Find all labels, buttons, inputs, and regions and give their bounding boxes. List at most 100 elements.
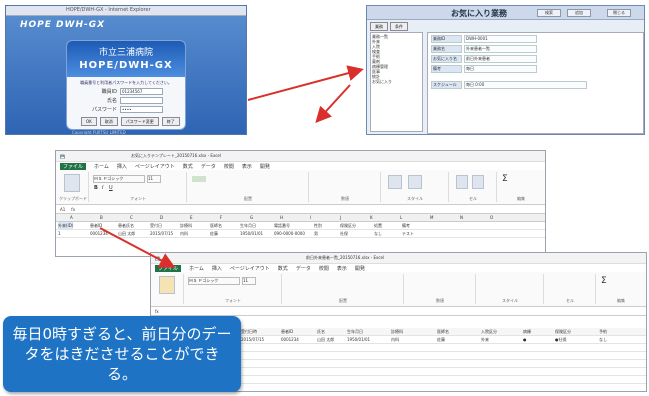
- cancel-button[interactable]: 取消: [99, 117, 118, 126]
- cell[interactable]: 1: [58, 230, 61, 237]
- delete-cell-icon[interactable]: [472, 175, 484, 189]
- save-icon[interactable]: 💾: [155, 256, 160, 261]
- underline-icon[interactable]: U: [109, 185, 113, 191]
- font-size-select[interactable]: 11: [147, 175, 161, 183]
- cell[interactable]: 0001234: [90, 230, 108, 237]
- cell[interactable]: 患者氏名: [118, 222, 134, 229]
- form-value[interactable]: 外来患者一覧: [464, 45, 537, 53]
- menu-insert[interactable]: 挿入: [212, 265, 222, 272]
- cell[interactable]: なし: [599, 336, 607, 343]
- cell[interactable]: 生年月日: [240, 222, 256, 229]
- cell[interactable]: 外来: [481, 336, 489, 343]
- exit-button[interactable]: 終了: [161, 117, 180, 126]
- column-header[interactable]: I: [310, 214, 311, 221]
- align-icon[interactable]: [192, 176, 206, 182]
- cell[interactable]: 患者ID: [90, 222, 102, 229]
- column-header[interactable]: C: [130, 214, 133, 221]
- close-button[interactable]: 閉じる: [607, 9, 631, 17]
- menu-view[interactable]: 表示: [337, 265, 347, 272]
- cell[interactable]: 社保: [340, 230, 348, 237]
- cell[interactable]: ●: [523, 336, 527, 343]
- menu-developer[interactable]: 開発: [260, 163, 270, 170]
- form-value[interactable]: 毎日 0:00: [464, 81, 587, 89]
- column-header[interactable]: H: [280, 214, 283, 221]
- sum-icon[interactable]: Σ: [502, 174, 508, 184]
- column-header[interactable]: K: [370, 214, 373, 221]
- menu-data[interactable]: データ: [201, 163, 216, 170]
- menu-review[interactable]: 校閲: [224, 163, 234, 170]
- cell[interactable]: 保険区分: [555, 328, 571, 335]
- cell[interactable]: 2015/07/15: [241, 336, 264, 343]
- cell[interactable]: 受付日時: [241, 328, 257, 335]
- italic-icon[interactable]: I: [102, 185, 103, 191]
- column-header[interactable]: F: [220, 214, 222, 221]
- cell[interactable]: 保険区分: [340, 222, 356, 229]
- insert-cell-icon[interactable]: [456, 175, 468, 189]
- sum-icon[interactable]: Σ: [601, 276, 607, 286]
- menu-developer[interactable]: 開発: [355, 265, 365, 272]
- column-header[interactable]: J: [340, 214, 341, 221]
- cell[interactable]: 備考: [402, 222, 410, 229]
- cell[interactable]: 診療科: [180, 222, 192, 229]
- tab-business[interactable]: 業務: [370, 22, 388, 31]
- ok-button[interactable]: OK: [81, 117, 97, 126]
- cell[interactable]: 2015/07/15: [150, 230, 173, 237]
- menu-data[interactable]: データ: [296, 265, 311, 272]
- cell[interactable]: 0001234: [281, 336, 299, 343]
- paste-icon[interactable]: [159, 276, 175, 294]
- cell[interactable]: 診療科: [391, 328, 403, 335]
- menu-view[interactable]: 表示: [242, 163, 252, 170]
- staff-id-input[interactable]: 01234567: [120, 88, 163, 95]
- cell[interactable]: 電話番号: [274, 222, 290, 229]
- cell[interactable]: なし: [374, 230, 382, 237]
- add-button[interactable]: 追加: [567, 9, 591, 17]
- tree-item[interactable]: お気に入り: [372, 79, 421, 84]
- column-header[interactable]: E: [190, 214, 193, 221]
- font-name-select[interactable]: ＭＳ Ｐゴシック: [188, 277, 240, 285]
- conditional-format-icon[interactable]: [388, 175, 402, 189]
- cell[interactable]: 内科: [391, 336, 399, 343]
- cell[interactable]: 1950/01/01: [240, 230, 263, 237]
- cell[interactable]: 山田 太郎: [118, 230, 135, 237]
- cell[interactable]: 入院区分: [481, 328, 497, 335]
- cell[interactable]: 090-0000-0000: [274, 230, 305, 237]
- save-icon[interactable]: 💾: [60, 154, 65, 159]
- change-password-button[interactable]: パスワード変更: [120, 117, 159, 126]
- bold-icon[interactable]: B: [94, 185, 98, 191]
- cell[interactable]: 医師名: [437, 328, 449, 335]
- menu-formulas[interactable]: 数式: [183, 163, 193, 170]
- tab-condition[interactable]: 条件: [390, 22, 408, 31]
- paste-icon[interactable]: [64, 174, 80, 192]
- menu-file[interactable]: ファイル: [155, 264, 182, 272]
- cell[interactable]: 山田 太郎: [317, 336, 334, 343]
- column-header[interactable]: O: [490, 214, 493, 221]
- cell[interactable]: 氏名: [317, 328, 325, 335]
- name-input[interactable]: [120, 97, 163, 104]
- cell[interactable]: テスト: [402, 230, 414, 237]
- menu-file[interactable]: ファイル: [60, 162, 87, 170]
- cell[interactable]: 医師名: [210, 222, 222, 229]
- menu-formulas[interactable]: 数式: [278, 265, 288, 272]
- cell[interactable]: 病棟: [523, 328, 531, 335]
- form-value[interactable]: 前日外来患者: [464, 55, 537, 63]
- column-header[interactable]: B: [100, 214, 103, 221]
- menu-insert[interactable]: 挿入: [117, 163, 127, 170]
- cell[interactable]: 患者ID: [281, 328, 293, 335]
- column-header[interactable]: D: [160, 214, 163, 221]
- font-size-select[interactable]: 11: [242, 277, 256, 285]
- column-header[interactable]: A: [70, 214, 73, 221]
- cell[interactable]: 1950/01/01: [347, 336, 370, 343]
- column-header[interactable]: G: [250, 214, 253, 221]
- password-input[interactable]: ••••: [120, 106, 163, 113]
- table-format-icon[interactable]: [408, 175, 422, 189]
- font-name-select[interactable]: ＭＳ Ｐゴシック: [93, 175, 145, 183]
- column-header[interactable]: M: [430, 214, 433, 221]
- cell[interactable]: 性別: [314, 222, 322, 229]
- column-header[interactable]: N: [460, 214, 463, 221]
- menu-home[interactable]: ホーム: [94, 163, 109, 170]
- cell[interactable]: 処置: [374, 222, 382, 229]
- menu-page-layout[interactable]: ページレイアウト: [135, 163, 175, 170]
- cell[interactable]: 男: [314, 230, 318, 237]
- menu-page-layout[interactable]: ページレイアウト: [230, 265, 270, 272]
- cell[interactable]: 佐藤: [437, 336, 445, 343]
